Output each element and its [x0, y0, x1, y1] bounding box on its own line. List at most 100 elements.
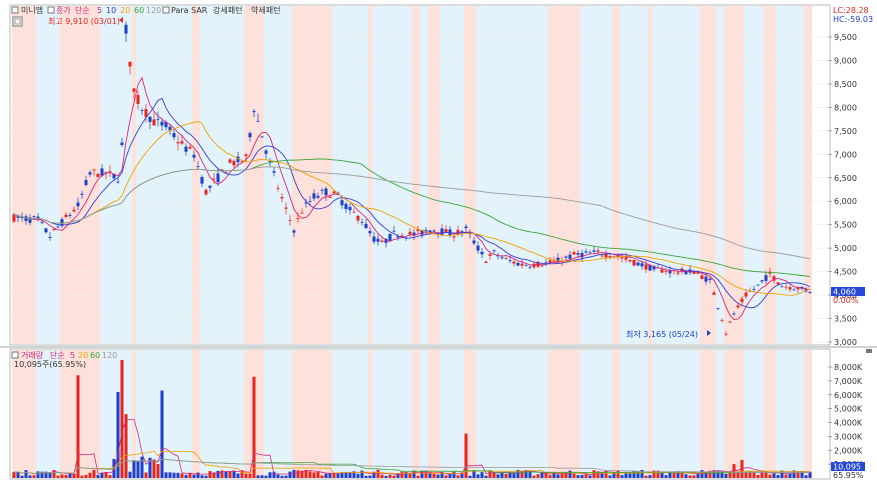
vol-ma-period-120[interactable]: 120 [102, 351, 117, 360]
candle-down [388, 233, 392, 241]
volume-bar [784, 474, 788, 478]
candle-down [272, 171, 276, 173]
vol-ma-period-5[interactable]: 5 [70, 351, 75, 360]
volume-bar [256, 475, 260, 478]
candle-down [184, 146, 188, 152]
volume-bar [108, 475, 112, 478]
volume-bar [560, 473, 564, 478]
volume-bar [156, 464, 160, 478]
weak-pattern-label[interactable]: 약세패턴 [251, 5, 280, 15]
volume-bar [572, 473, 576, 478]
candle-down [120, 142, 124, 146]
minimap-label[interactable]: 미니맵 [21, 5, 43, 15]
volume-bar [540, 472, 544, 478]
sar-label[interactable]: Para SAR [171, 6, 208, 15]
ma-period-20[interactable]: 20 [120, 6, 130, 15]
volume-bar [316, 472, 320, 478]
price-volume-chart[interactable]: 9,500 9,000 8,500 8,000 7,500 7,000 6,500 6,000… [0, 0, 877, 483]
volume-bar [32, 475, 36, 478]
volume-bar [648, 475, 652, 478]
candle-up [228, 159, 232, 163]
ma-period-120[interactable]: 120 [146, 6, 161, 15]
strong-pattern-band [244, 6, 264, 344]
candle-down [56, 226, 60, 228]
candle-up [712, 292, 716, 295]
weak-pattern-band [264, 350, 292, 478]
strong-pattern-band [648, 6, 652, 344]
candle-down [88, 172, 92, 175]
current-volume-badge: 10,095 65.95% [831, 462, 865, 480]
price-tick-label: 7,500 [834, 127, 857, 136]
volume-bar [408, 473, 412, 478]
candle-up [520, 263, 524, 266]
minimap-toggle-icon[interactable] [11, 6, 19, 14]
strong-pattern-band [724, 350, 744, 478]
high-annotation: 최고 9,910 (03/01) [48, 16, 123, 26]
strong-pattern-band [548, 6, 580, 344]
candle-down [364, 223, 368, 229]
volume-tick-label: 5,000K [834, 405, 863, 414]
weak-pattern-band [420, 350, 428, 478]
candle-down [32, 216, 36, 218]
strong-pattern-label[interactable]: 강세패턴 [213, 5, 242, 15]
candle-up [504, 258, 508, 259]
volume-toggle-icon[interactable] [11, 351, 19, 359]
volume-bar [432, 473, 436, 478]
candle-down [80, 193, 84, 195]
vol-ma-period-20[interactable]: 20 [78, 351, 88, 360]
volume-bar [568, 470, 572, 478]
volume-bar [376, 469, 380, 478]
volume-bar [444, 475, 448, 478]
volume-bar [80, 475, 84, 478]
volume-title[interactable]: 거래량 [21, 350, 44, 360]
candle-down [320, 189, 324, 191]
ma-period-60[interactable]: 60 [134, 6, 144, 15]
volume-bar [580, 474, 584, 478]
strong-pattern-band [132, 6, 136, 344]
volume-bar [260, 475, 264, 478]
candle-up [784, 286, 788, 288]
sar-toggle-icon[interactable] [162, 6, 170, 14]
volume-bar [164, 472, 168, 478]
ma-period-10[interactable]: 10 [106, 6, 116, 15]
volume-bar [296, 470, 300, 478]
volume-bar [624, 473, 628, 478]
volume-tick-label: 2,000K [834, 446, 863, 455]
candle-up [132, 88, 136, 92]
candle-down [472, 240, 476, 244]
candle-down [636, 262, 640, 266]
volume-bar [12, 472, 16, 478]
volume-bar [752, 472, 756, 478]
price-tick-label: 4,500 [834, 268, 857, 277]
ma-period-5[interactable]: 5 [97, 6, 102, 15]
candle-down [84, 180, 88, 185]
candle-down [764, 275, 768, 281]
volume-bar [356, 473, 360, 478]
strong-pattern-band [724, 6, 744, 344]
volume-bar [780, 470, 784, 478]
strong-pattern-band [700, 350, 716, 478]
candle-up [136, 94, 140, 104]
candle-down [760, 280, 764, 282]
candle-down [156, 118, 160, 120]
volume-bar [776, 475, 780, 478]
candle-down [140, 110, 144, 111]
volume-bar [528, 470, 532, 478]
vol-ma-period-60[interactable]: 60 [90, 351, 100, 360]
volume-bar [480, 472, 484, 478]
pattern-bands-price [12, 6, 812, 344]
candle-down [340, 200, 344, 206]
volume-bar [312, 472, 316, 478]
volume-bar [216, 470, 220, 478]
strong-pattern-band [804, 6, 812, 344]
window-settings-icon[interactable] [12, 16, 23, 27]
candle-up [92, 169, 96, 171]
volume-bar [576, 475, 580, 478]
price-toggle-icon[interactable] [47, 6, 55, 14]
candle-down [368, 231, 372, 234]
volume-bar [744, 471, 748, 478]
volume-bar [176, 472, 180, 478]
volume-bar [448, 474, 452, 478]
volume-scale-handle[interactable] [866, 349, 872, 353]
volume-bar [360, 470, 364, 478]
